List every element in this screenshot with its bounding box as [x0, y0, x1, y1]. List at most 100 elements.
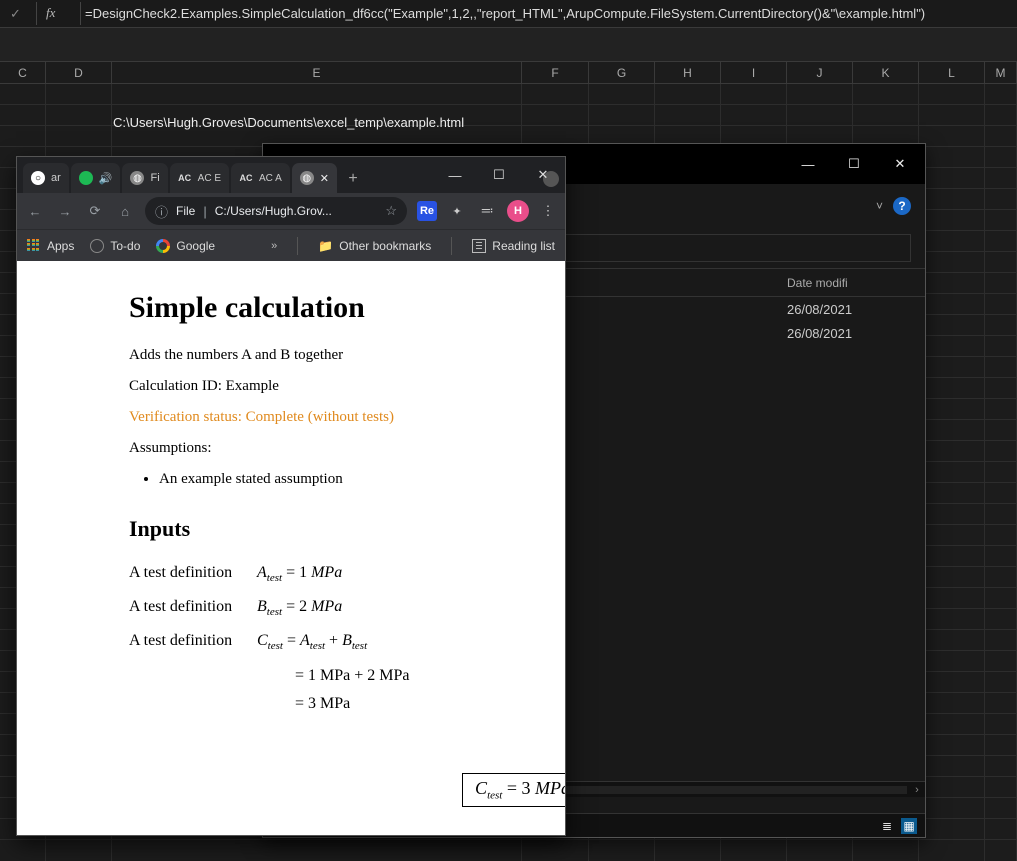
browser-tab[interactable]: 🔊 — [71, 163, 121, 193]
tab-label: ar — [51, 172, 61, 184]
col-H[interactable]: H — [655, 62, 721, 83]
tab-label: AC A — [259, 173, 282, 184]
browser-tab[interactable]: ○ar — [23, 163, 69, 193]
input-c: A test definition Ctest = Atest + Btest — [129, 632, 535, 652]
col-M[interactable]: M — [985, 62, 1017, 83]
browser-tab[interactable]: AC AC A — [231, 163, 290, 193]
ribbon-chevron-icon[interactable]: ˅ — [876, 199, 883, 213]
browser-minimize-button[interactable]: — — [433, 157, 477, 193]
col-G[interactable]: G — [589, 62, 655, 83]
explorer-close-button[interactable]: ✕ — [877, 149, 923, 179]
browser-window: ○ar 🔊 ◍Fi ACAC E ACAC A ◍✕ + — ☐ ✕ ← → ⟳… — [16, 156, 566, 836]
reading-list-icon — [472, 239, 486, 253]
assumption-item: An example stated assumption — [159, 471, 535, 488]
sidepanel-icon[interactable]: ≕ — [477, 201, 497, 221]
ribbon-placeholder — [0, 28, 1017, 62]
browser-menu-icon[interactable]: ⋮ — [539, 203, 557, 219]
explorer-minimize-button[interactable]: — — [785, 149, 831, 179]
browser-close-button[interactable]: ✕ — [521, 157, 565, 193]
file-date: 26/08/2021 — [787, 302, 907, 317]
cell-value[interactable]: C:\Users\Hugh.Groves\Documents\excel_tem… — [113, 115, 464, 130]
browser-window-controls: — ☐ ✕ — [433, 157, 565, 193]
bookmark-star-icon[interactable]: ☆ — [385, 203, 397, 219]
definition-label: A test definition — [129, 598, 247, 616]
browser-tab-active[interactable]: ◍✕ — [292, 163, 337, 193]
bookmark-label: To-do — [110, 239, 140, 253]
extension-re[interactable]: Re — [417, 201, 437, 221]
formula-bar: ✓ fx =DesignCheck2.Examples.SimpleCalcul… — [0, 0, 1017, 28]
verification-status: Verification status: Complete (without t… — [129, 409, 535, 426]
col-D[interactable]: D — [46, 62, 112, 83]
home-button[interactable]: ⌂ — [115, 204, 135, 219]
extensions-icon[interactable]: ✦ — [447, 201, 467, 221]
apps-label: Apps — [47, 239, 74, 253]
col-L[interactable]: L — [919, 62, 985, 83]
formula-accept-icon[interactable]: ✓ — [10, 6, 21, 22]
formula-input[interactable]: =DesignCheck2.Examples.SimpleCalculation… — [85, 6, 925, 21]
bookmark-google[interactable]: Google — [156, 239, 215, 253]
file-date: 26/08/2021 — [787, 326, 907, 341]
reload-button[interactable]: ⟳ — [85, 203, 105, 219]
other-bookmarks[interactable]: 📁 Other bookmarks — [318, 239, 431, 253]
browser-maximize-button[interactable]: ☐ — [477, 157, 521, 193]
column-headers: C D E F G H I J K L M — [0, 62, 1017, 84]
globe-icon: ◍ — [300, 171, 314, 185]
definition-label: A test definition — [129, 632, 247, 650]
tab-label: AC E — [198, 173, 221, 184]
globe-icon: ◍ — [130, 171, 144, 185]
apps-button[interactable]: Apps — [27, 239, 74, 253]
page-title: Simple calculation — [129, 291, 535, 325]
calc-id: Calculation ID: Example — [129, 378, 535, 395]
input-b: A test definition Btest = 2 MPa — [129, 598, 535, 618]
tab-label: Fi — [150, 172, 159, 184]
spotify-icon — [79, 171, 93, 185]
inputs-heading: Inputs — [129, 516, 535, 542]
profile-avatar[interactable]: H — [507, 200, 529, 222]
bookmark-label: Reading list — [492, 239, 555, 253]
explorer-maximize-button[interactable]: ☐ — [831, 149, 877, 179]
fx-label[interactable]: fx — [46, 5, 55, 21]
page-desc: Adds the numbers A and B together — [129, 347, 535, 364]
site-info-icon[interactable]: ⓘ — [155, 202, 168, 221]
browser-tab[interactable]: ACAC E — [170, 163, 229, 193]
help-icon[interactable]: ? — [893, 197, 911, 215]
col-K[interactable]: K — [853, 62, 919, 83]
url-text: C:/Users/Hugh.Grov... — [215, 204, 332, 218]
scroll-right-icon[interactable]: › — [909, 784, 925, 796]
result-box: Ctest = 3 MPa — [462, 773, 565, 807]
assumptions-label: Assumptions: — [129, 440, 535, 457]
bookmark-label: Google — [176, 239, 215, 253]
circle-icon — [90, 239, 104, 253]
url-prefix: File — [176, 204, 195, 218]
apps-icon — [27, 239, 41, 253]
new-tab-button[interactable]: + — [339, 165, 367, 193]
definition-label: A test definition — [129, 564, 247, 582]
bookmark-todo[interactable]: To-do — [90, 239, 140, 253]
tab-close-icon[interactable]: ✕ — [320, 172, 329, 185]
bookmark-label: Other bookmarks — [339, 239, 431, 253]
page-content: Simple calculation Adds the numbers A an… — [17, 261, 565, 835]
omnibox[interactable]: ⓘ File | C:/Users/Hugh.Grov... ☆ — [145, 197, 407, 225]
reading-list[interactable]: Reading list — [472, 239, 555, 253]
col-J[interactable]: J — [787, 62, 853, 83]
input-a: A test definition Atest = 1 MPa — [129, 564, 535, 584]
browser-address-bar: ← → ⟳ ⌂ ⓘ File | C:/Users/Hugh.Grov... ☆… — [17, 193, 565, 229]
ac-icon: AC — [239, 171, 253, 185]
back-button[interactable]: ← — [25, 204, 45, 219]
col-E[interactable]: E — [112, 62, 522, 83]
forward-button[interactable]: → — [55, 204, 75, 219]
google-icon — [156, 239, 170, 253]
browser-tab[interactable]: ◍ Fi — [122, 163, 167, 193]
folder-icon: 📁 — [318, 239, 333, 253]
column-date[interactable]: Date modifi — [787, 276, 907, 290]
view-tiles-icon[interactable]: ▦ — [901, 818, 917, 834]
calc-result-line: = 3 MPa — [295, 695, 535, 713]
url-sep: | — [203, 204, 206, 219]
speaker-icon: 🔊 — [99, 172, 113, 185]
col-F[interactable]: F — [522, 62, 589, 83]
col-I[interactable]: I — [721, 62, 787, 83]
col-C[interactable]: C — [0, 62, 46, 83]
bookmarks-overflow-icon[interactable]: » — [271, 240, 277, 252]
view-details-icon[interactable]: ≣ — [879, 818, 895, 834]
bookmarks-bar: Apps To-do Google » 📁 Other bookmarks Rea… — [17, 229, 565, 261]
